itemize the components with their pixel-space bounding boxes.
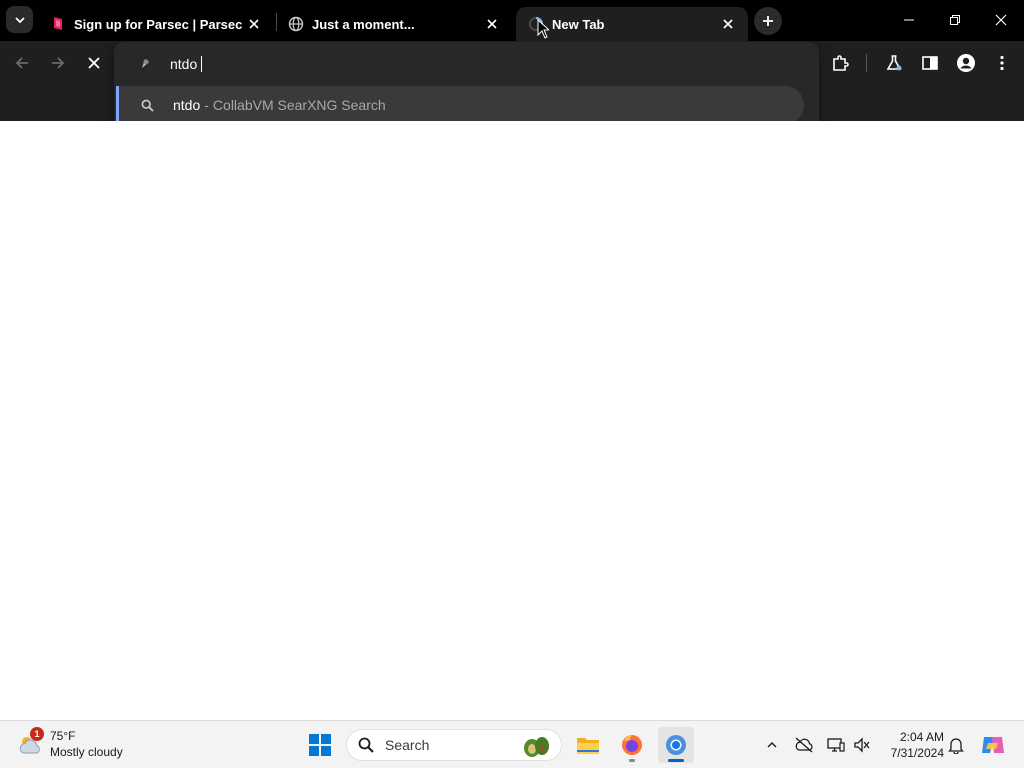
- clock-time: 2:04 AM: [899, 730, 944, 744]
- tab-just-a-moment[interactable]: Just a moment...: [276, 7, 512, 41]
- chevron-down-icon: [14, 16, 25, 23]
- puzzle-icon: [833, 55, 849, 71]
- copilot-icon: [982, 737, 1004, 753]
- tab-title: Sign up for Parsec | Parsec: [74, 16, 243, 32]
- text-caret: [201, 56, 202, 72]
- network-button[interactable]: [822, 731, 850, 759]
- restore-button[interactable]: [932, 0, 978, 40]
- taskbar: 1 75°F Mostly cloudy Search 2:04 AM 7/31…: [0, 720, 1024, 768]
- side-panel-button[interactable]: [916, 49, 944, 77]
- arrow-left-icon: [15, 57, 28, 69]
- close-icon: [995, 14, 1007, 26]
- close-icon[interactable]: [484, 16, 500, 32]
- tab-parsec[interactable]: Sign up for Parsec | Parsec: [38, 7, 274, 41]
- search-engine-icon: [136, 54, 154, 72]
- running-indicator: [629, 759, 635, 762]
- suggestion-query: ntdo: [173, 97, 201, 113]
- clock-date: 7/31/2024: [890, 746, 944, 760]
- minimize-icon: [904, 19, 914, 21]
- tab-search-button[interactable]: [6, 6, 33, 33]
- windows-logo-icon: [309, 734, 331, 756]
- suggestion-description: CollabVM SearXNG Search: [212, 97, 386, 113]
- file-explorer-button[interactable]: [570, 727, 606, 763]
- globe-icon: [288, 16, 304, 32]
- volume-button[interactable]: [848, 731, 876, 759]
- speaker-muted-icon: [854, 737, 870, 753]
- chevron-up-icon: [767, 742, 777, 748]
- system-clock[interactable]: 2:04 AM 7/31/2024: [882, 729, 944, 761]
- running-indicator: [668, 759, 684, 762]
- toolbar-separator: [866, 54, 867, 72]
- weather-temperature: 75°F: [50, 729, 76, 743]
- extensions-button[interactable]: [826, 49, 854, 77]
- tab-strip: Sign up for Parsec | Parsec Just a momen…: [0, 0, 1024, 41]
- address-bar-input[interactable]: [170, 54, 790, 74]
- close-icon[interactable]: [720, 16, 736, 32]
- profile-button[interactable]: [952, 49, 980, 77]
- chrome-icon: [666, 735, 686, 755]
- avatar-icon: [957, 54, 975, 72]
- firefox-button[interactable]: [614, 727, 650, 763]
- folder-icon: [577, 738, 599, 754]
- minimize-button[interactable]: [886, 0, 932, 40]
- more-vertical-icon: [1000, 55, 1004, 71]
- flask-icon: [886, 55, 902, 71]
- chrome-button[interactable]: [658, 727, 694, 763]
- bell-icon: [948, 738, 964, 754]
- restore-icon: [950, 15, 960, 25]
- plus-icon: [763, 16, 773, 26]
- omnibox-suggestion[interactable]: ntdo - CollabVM SearXNG Search: [116, 86, 804, 124]
- parsec-logo-icon: [50, 16, 66, 32]
- network-icon: [827, 738, 845, 752]
- onedrive-button[interactable]: [790, 731, 818, 759]
- forward-button[interactable]: [44, 49, 72, 77]
- start-button[interactable]: [302, 727, 338, 763]
- weather-condition: Mostly cloudy: [50, 745, 123, 759]
- firefox-icon: [622, 735, 642, 755]
- labs-button[interactable]: [880, 49, 908, 77]
- cloud-off-icon: [795, 737, 813, 753]
- stop-loading-button[interactable]: [80, 49, 108, 77]
- close-icon: [88, 57, 100, 69]
- omnibox-popup: ntdo - CollabVM SearXNG Search: [114, 42, 819, 133]
- search-icon: [139, 97, 155, 113]
- side-panel-icon: [922, 56, 938, 70]
- menu-button[interactable]: [988, 49, 1016, 77]
- suggestion-separator: -: [204, 97, 209, 113]
- search-label: Search: [385, 737, 430, 753]
- tab-title: New Tab: [552, 16, 605, 32]
- taskbar-search[interactable]: Search: [346, 729, 562, 761]
- notification-badge: 1: [30, 727, 44, 741]
- tab-title: Just a moment...: [312, 16, 415, 32]
- show-hidden-icons-button[interactable]: [758, 731, 786, 759]
- page-content: [0, 121, 1024, 720]
- new-tab-button[interactable]: [754, 7, 782, 35]
- weather-widget[interactable]: 1 75°F Mostly cloudy: [16, 727, 156, 763]
- mouse-cursor-icon: [537, 19, 549, 39]
- notifications-button[interactable]: [942, 731, 970, 759]
- tab-new-tab[interactable]: New Tab: [516, 7, 748, 41]
- search-icon: [357, 736, 375, 754]
- arrow-right-icon: [52, 57, 65, 69]
- back-button[interactable]: [8, 49, 36, 77]
- copilot-button[interactable]: [978, 731, 1008, 759]
- close-icon[interactable]: [246, 16, 262, 32]
- avocado-icon: [524, 737, 549, 757]
- close-window-button[interactable]: [978, 0, 1024, 40]
